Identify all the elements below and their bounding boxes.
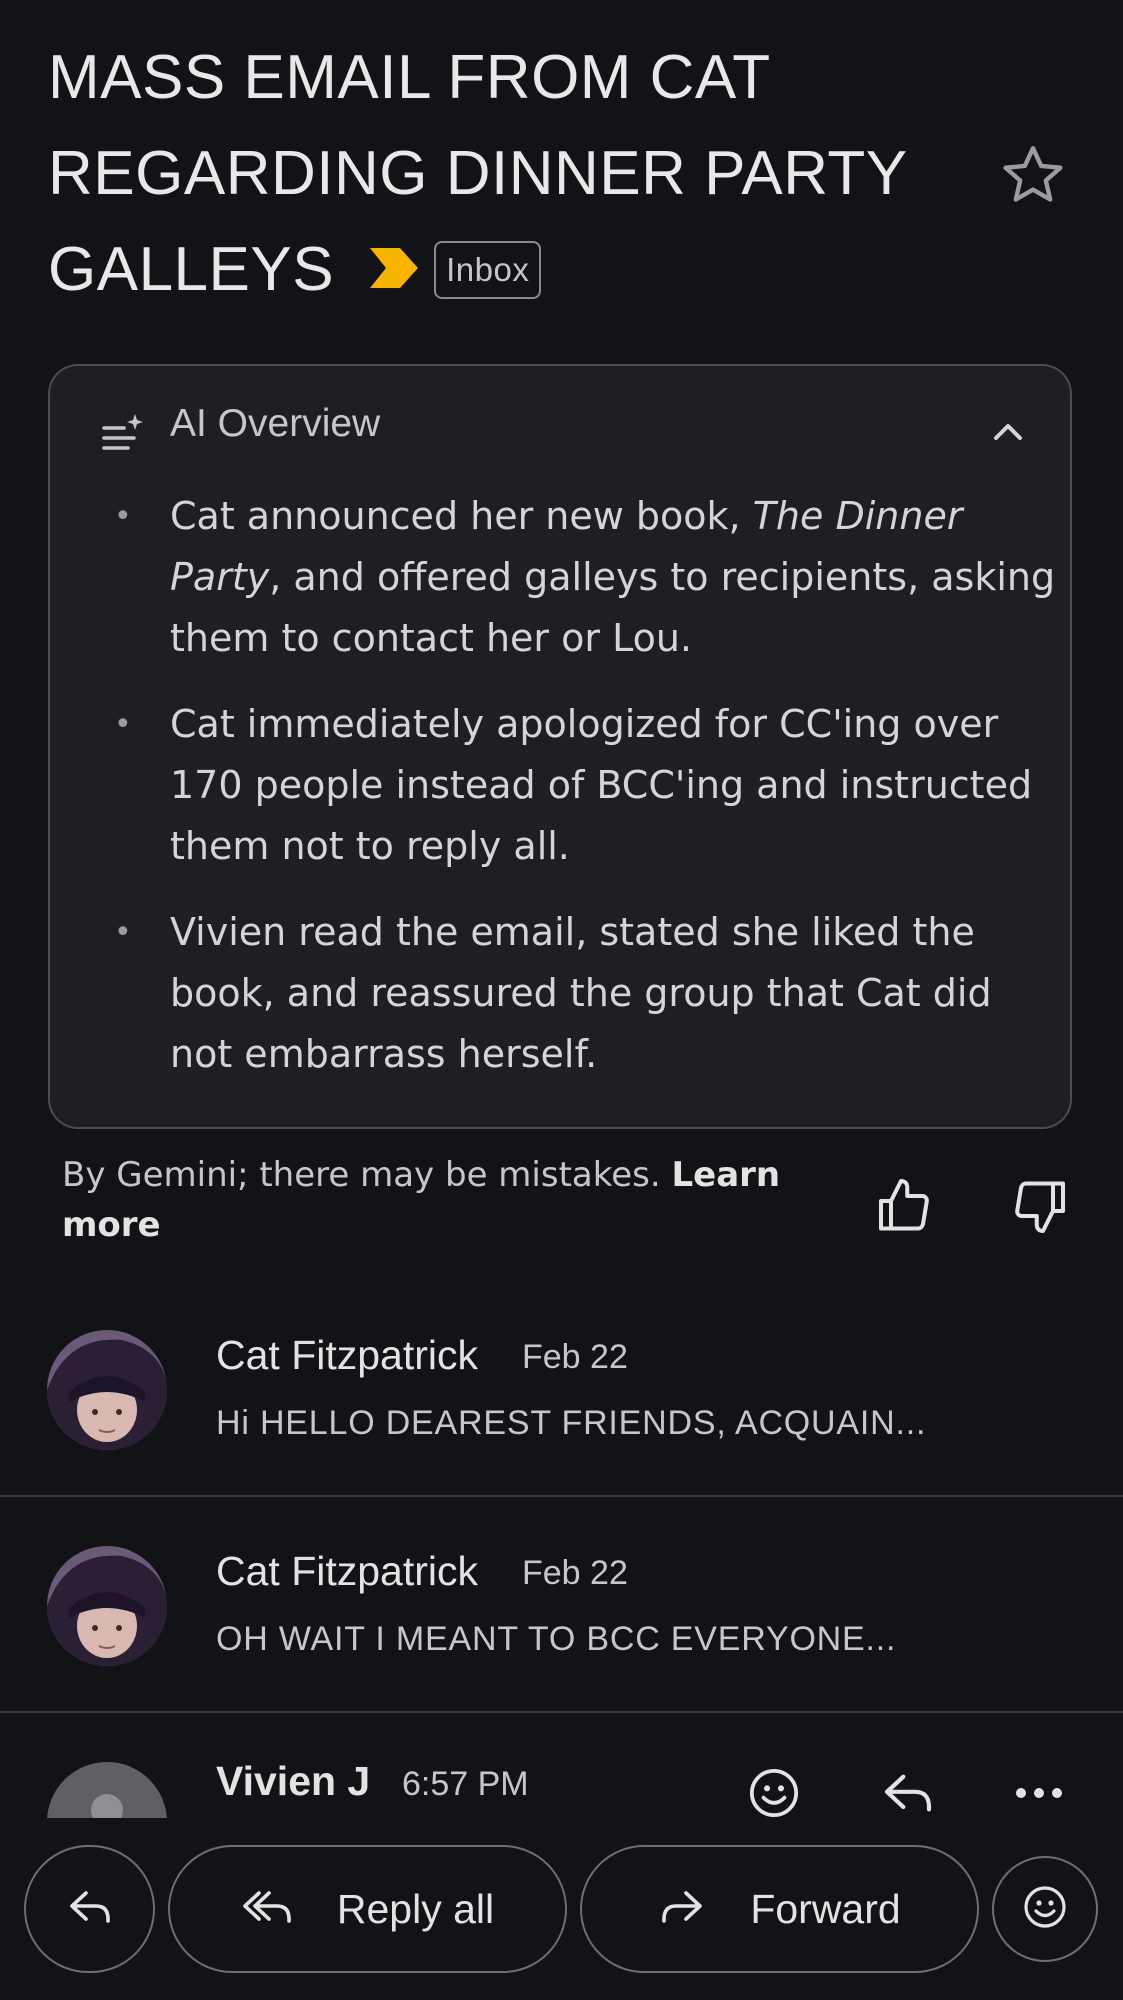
avatar: [47, 1330, 167, 1450]
bullet-marker: •: [114, 707, 132, 742]
bottom-action-bar: Reply all Forward: [0, 1818, 1123, 2000]
message-date: Feb 22: [522, 1338, 628, 1376]
thumbs-down-icon[interactable]: [1008, 1176, 1078, 1240]
ai-overview-title: AI Overview: [170, 402, 381, 445]
overview-bullet: • Cat announced her new book, The Dinner…: [104, 486, 1064, 669]
bullet-marker: •: [114, 499, 132, 534]
important-marker-icon[interactable]: [368, 222, 420, 318]
subject-line-3: GALLEYS: [48, 235, 335, 304]
avatar: [47, 1762, 167, 1818]
message-row-expanded[interactable]: Vivien J 6:57 PM: [0, 1713, 1123, 1818]
avatar: [47, 1546, 167, 1666]
chevron-up-icon[interactable]: [986, 410, 1030, 454]
ai-overview-icon: [102, 412, 144, 460]
reply-icon[interactable]: [878, 1765, 938, 1818]
ai-overview-card: AI Overview • Cat announced her new book…: [48, 364, 1072, 1129]
message-snippet: Hi HELLO DEAREST FRIENDS, ACQUAIN...: [216, 1404, 927, 1442]
subject-line-3-row: GALLEYS Inbox: [48, 222, 1008, 322]
emoji-reaction-button[interactable]: [992, 1856, 1098, 1962]
reply-all-label: Reply all: [336, 1885, 495, 1932]
subject-line-2: REGARDING DINNER PARTY: [48, 139, 908, 208]
message-row[interactable]: Cat Fitzpatrick Feb 22 Hi HELLO DEAREST …: [0, 1280, 1123, 1497]
emoji-icon: [1021, 1883, 1069, 1935]
subject-line-1: MASS EMAIL FROM CAT: [48, 43, 771, 112]
message-date: Feb 22: [522, 1554, 628, 1592]
gemini-disclaimer: By Gemini; there may be mistakes. Learn …: [62, 1150, 802, 1250]
emoji-icon[interactable]: [746, 1765, 802, 1818]
sender-name: Vivien J: [216, 1758, 371, 1804]
message-date: 6:57 PM: [402, 1765, 529, 1803]
star-icon[interactable]: [998, 140, 1068, 210]
reply-icon: [66, 1883, 114, 1935]
forward-icon: [658, 1883, 706, 1935]
thumbs-up-icon[interactable]: [876, 1176, 946, 1240]
forward-label: Forward: [750, 1885, 901, 1932]
overview-bullet: • Cat immediately apologized for CC'ing …: [104, 694, 1064, 877]
reply-all-button[interactable]: Reply all: [168, 1845, 567, 1973]
reply-button[interactable]: [24, 1845, 155, 1973]
bullet-marker: •: [114, 915, 132, 950]
reply-all-icon: [241, 1883, 293, 1935]
overview-bullet: • Vivien read the email, stated she like…: [104, 902, 1064, 1085]
forward-button[interactable]: Forward: [580, 1845, 979, 1973]
bullet-text: Vivien read the email, stated she liked …: [170, 910, 992, 1076]
subject-header: MASS EMAIL FROM CAT REGARDING DINNER PAR…: [48, 30, 1008, 322]
more-icon[interactable]: [1012, 1775, 1066, 1815]
inbox-label-badge[interactable]: Inbox: [434, 240, 542, 299]
message-row[interactable]: Cat Fitzpatrick Feb 22 OH WAIT I MEANT T…: [0, 1496, 1123, 1713]
ai-overview-bullets: • Cat announced her new book, The Dinner…: [104, 486, 1064, 1110]
sender-name: Cat Fitzpatrick: [216, 1548, 478, 1594]
bullet-text: Cat immediately apologized for CC'ing ov…: [170, 702, 1033, 868]
message-snippet: OH WAIT I MEANT TO BCC EVERYONE...: [216, 1620, 897, 1658]
disclaimer-text: By Gemini; there may be mistakes.: [62, 1155, 672, 1195]
sender-name: Cat Fitzpatrick: [216, 1332, 478, 1378]
bullet-text: Cat announced her new book, The Dinner P…: [170, 494, 1056, 660]
